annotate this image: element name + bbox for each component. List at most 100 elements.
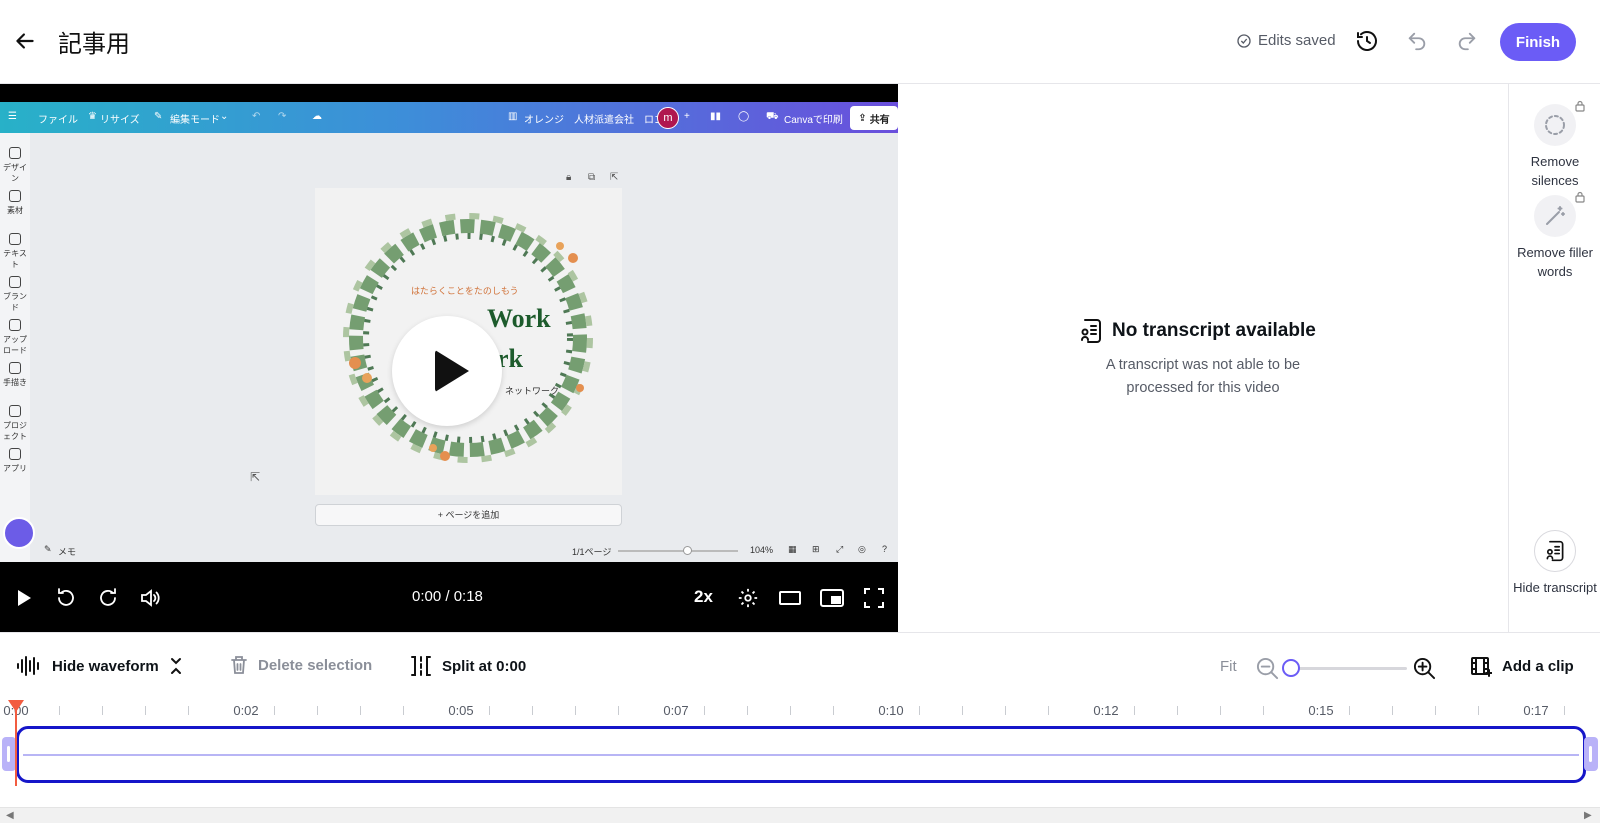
remove-filler-words-button[interactable]: Remove filler words xyxy=(1509,191,1600,281)
fullscreen-icon[interactable] xyxy=(860,584,888,612)
lock-icon xyxy=(1575,191,1585,203)
horizontal-scrollbar[interactable]: ◀ ▶ xyxy=(0,807,1600,823)
canva-avatar: m xyxy=(657,107,679,129)
delete-selection-label: Delete selection xyxy=(258,656,373,674)
video-player[interactable]: ☰ ファイル ♛ リサイズ ✎ 編集モード ⌄ ↶ ↷ ☁ ▥ オレンジ 人材派… xyxy=(0,84,898,632)
timeline-tick xyxy=(1005,706,1006,715)
settings-gear-icon[interactable] xyxy=(734,584,762,612)
waveform-icon xyxy=(17,656,39,676)
undo-icon[interactable] xyxy=(1402,26,1432,56)
timeline-tick xyxy=(102,706,103,715)
timeline-tick xyxy=(1478,706,1479,715)
timeline-tick xyxy=(618,706,619,715)
hide-transcript-label: Hide transcript xyxy=(1513,580,1597,595)
timeline-time-label: 0:15 xyxy=(1308,703,1334,718)
remove-silences-icon xyxy=(1545,115,1565,135)
hide-transcript-button[interactable]: Hide transcript xyxy=(1509,530,1600,597)
skip-forward-5-icon[interactable] xyxy=(94,584,122,612)
remove-silences-icon-wrap xyxy=(1534,100,1585,146)
play-icon[interactable] xyxy=(10,584,38,612)
right-tools-bar: Remove silences Remove filler words Hide… xyxy=(1508,84,1600,632)
timeline-tick xyxy=(790,706,791,715)
back-arrow-icon[interactable] xyxy=(12,28,38,54)
video-time: 0:00 / 0:18 xyxy=(412,588,483,605)
timeline-tick xyxy=(1177,706,1178,715)
add-clip-button[interactable]: Add a clip xyxy=(1470,655,1574,677)
remove-silences-button[interactable]: Remove silences xyxy=(1509,100,1600,190)
timeline-tick xyxy=(1435,706,1436,715)
play-icon xyxy=(435,350,469,392)
canva-side-draw: 手描き xyxy=(0,362,30,388)
hide-waveform-button[interactable]: Hide waveform xyxy=(16,655,183,677)
canva-add-page-button: + ページを追加 xyxy=(315,504,622,526)
timeline-tick xyxy=(1564,706,1565,715)
timeline-tick xyxy=(747,706,748,715)
zoom-slider-knob[interactable] xyxy=(1282,659,1300,677)
redo-icon[interactable] xyxy=(1452,26,1482,56)
theater-mode-icon[interactable] xyxy=(776,584,804,612)
canva-lock-icon: 🔒︎ xyxy=(566,172,572,183)
canva-side-design: デザイン xyxy=(0,147,30,184)
canva-help-icon: ? xyxy=(882,544,888,554)
canva-page-indicator: 1/1ページ xyxy=(572,547,612,557)
zoom-in-icon[interactable] xyxy=(1413,657,1436,680)
picture-in-picture-icon[interactable] xyxy=(818,584,846,612)
timeline-time-label: 0:02 xyxy=(233,703,259,718)
center-play-button[interactable] xyxy=(392,316,502,426)
split-button[interactable]: Split at 0:00 xyxy=(410,655,526,677)
canva-expand-icon: ⤢ xyxy=(836,544,844,554)
remove-filler-icon-wrap xyxy=(1534,191,1585,237)
mouse-cursor-icon: ⇱ xyxy=(250,470,261,484)
zoom-slider-track[interactable] xyxy=(1291,667,1407,670)
canva-side-apps: アプリ xyxy=(0,448,30,474)
canva-menu-icon: ☰ xyxy=(8,111,17,122)
playback-speed-button[interactable]: 2x xyxy=(694,587,713,607)
canva-share-icon: ⇪ xyxy=(858,112,867,124)
playhead-line xyxy=(15,710,17,786)
history-icon[interactable] xyxy=(1352,26,1382,56)
canva-side-upload: アップロード xyxy=(0,319,30,356)
clip-trim-handle-right[interactable] xyxy=(1584,737,1598,771)
timeline-tick xyxy=(1263,706,1264,715)
delete-selection-button[interactable]: Delete selection xyxy=(230,655,372,675)
scroll-right-arrow-icon[interactable]: ▶ xyxy=(1584,810,1592,821)
canva-doc-icon: ▥ xyxy=(508,111,518,122)
timeline-tick xyxy=(1392,706,1393,715)
timeline-toolbar: Hide waveform Delete selection Split at … xyxy=(0,632,1600,702)
canva-grid-icon: ▦ xyxy=(788,544,797,554)
zoom-fit-button[interactable]: Fit xyxy=(1220,658,1237,675)
skip-back-5-icon[interactable] xyxy=(52,584,80,612)
clip-trim-handle-left[interactable] xyxy=(2,737,16,771)
canva-share-label: 共有 xyxy=(869,114,890,126)
scroll-left-arrow-icon[interactable]: ◀ xyxy=(6,810,14,821)
split-icon xyxy=(411,656,431,676)
canva-side-label: アプリ xyxy=(3,464,27,473)
canva-notes-icon: ✎ xyxy=(44,544,52,554)
timeline-time-label: 0:10 xyxy=(878,703,904,718)
canva-zoom-value: 104% xyxy=(750,545,774,555)
canva-side-label: プロジェクト xyxy=(3,421,27,441)
canva-side-text: テキスト xyxy=(0,233,30,270)
timeline-tick xyxy=(1134,706,1135,715)
timeline-time-label: 0:07 xyxy=(663,703,689,718)
canva-side-label: ブランド xyxy=(3,292,27,312)
canva-menu-resize-icon: ♛ xyxy=(88,111,97,122)
finish-button[interactable]: Finish xyxy=(1500,23,1576,61)
canva-print-label: Canvaで印刷 xyxy=(784,115,843,126)
edits-status: Edits saved xyxy=(1236,32,1336,49)
collapse-chevrons-icon xyxy=(170,658,181,674)
zoom-out-icon[interactable] xyxy=(1256,657,1279,680)
canva-bottom-bar: ✎ メモ 1/1ページ 104% ▦ ⊞ ⤢ ◎ ? xyxy=(0,540,898,562)
volume-icon[interactable] xyxy=(136,584,164,612)
canva-cloud-icon: ☁ xyxy=(312,111,322,122)
top-bar: 記事用 Edits saved Finish xyxy=(0,0,1600,84)
trash-icon xyxy=(231,656,247,674)
remove-silences-label: Remove silences xyxy=(1530,154,1580,188)
hide-waveform-label: Hide waveform xyxy=(52,657,159,675)
canva-side-label: 素材 xyxy=(7,206,23,215)
timeline-tick xyxy=(833,706,834,715)
canva-side-label: テキスト xyxy=(3,249,27,269)
timeline-ruler[interactable]: 0:000:020:050:070:100:120:150:17 xyxy=(0,700,1600,724)
timeline-tick xyxy=(704,706,705,715)
video-clip-track[interactable] xyxy=(16,726,1586,783)
